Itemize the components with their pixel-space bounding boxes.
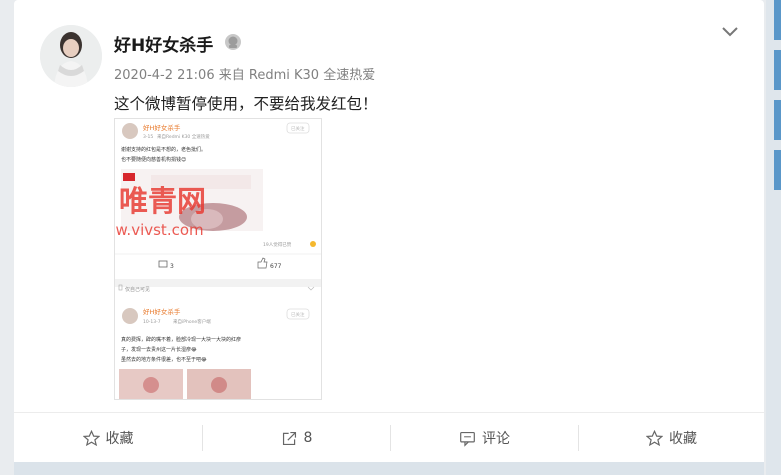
inner-likes: 677 [270,263,282,270]
inner-date: 3-15 [143,134,153,140]
action-bar: 收藏 8 评论 收藏 [14,412,764,462]
star-icon [646,429,663,446]
post-text: 这个微博暂停使用，不要给我发红包！ [114,95,378,113]
like-button[interactable]: 收藏 [579,413,764,463]
inner-username-2: 好H好女杀手 [143,307,181,316]
source-prefix: 来自 [218,68,245,83]
source-device[interactable]: Redmi K30 [249,68,319,83]
member-badge-icon [225,34,241,50]
inner-body2-1: 真的费挥，辟的嘴不着，脸部冷现一大块一大块的红疹 [121,336,241,343]
inner-follow-2: 已关注 [291,311,305,318]
username[interactable]: 好H好女杀手 [114,31,213,56]
inner-body-2: 也不要随便向慈善机构捐钱😊 [121,156,186,163]
share-icon [282,431,296,445]
inner-device: 来自Redmi K30 全速热爱 [157,133,210,140]
inner-username: 好H好女杀手 [143,123,181,132]
inner-date-2: 10-13-7 [143,319,161,325]
source-suffix: 全速热爱 [323,68,376,83]
strip-block [774,50,781,90]
star-icon [82,429,100,446]
repost-count: 8 [303,430,313,446]
comment-icon [460,431,475,447]
repost-button[interactable]: 8 [203,413,390,463]
comment-label: 评论 [482,431,510,447]
next-card-edge [14,462,764,475]
favorite-label: 收藏 [105,431,134,447]
post-image[interactable]: 好H好女杀手 3-15 来自Redmi K30 全速热爱 已关注 谢谢支持的红包… [114,118,322,400]
inner-device-2: 来自iPhone客户端 [173,318,211,325]
inner-body2-3: 虽然去的地方条件很差，也不至于吧😂 [121,356,207,363]
chevron-down-icon[interactable] [720,24,740,40]
post-meta: 2020-4-2 21:06 来自 Redmi K30 全速热爱 [114,64,375,83]
comment-button[interactable]: 评论 [391,413,578,463]
inner-body-1: 谢谢支持的红包是不想的，老色批们。 [121,146,206,153]
strip-block [774,0,781,40]
inner-follow: 已关注 [291,125,305,132]
post-date[interactable]: 2020-4-2 21:06 [114,68,215,83]
avatar[interactable] [40,25,102,87]
inner-body2-2: 子，发现一去贵州这一片长湿疹😂 [121,346,197,353]
favorite-button[interactable]: 收藏 [14,413,202,463]
inner-avatar-icon [122,123,138,139]
right-edge-strip [766,0,781,475]
inner-likes-note: 19人觉得已赞 [263,241,292,248]
watermark-text: 唯青网 [119,184,206,218]
like-label: 收藏 [669,431,697,447]
inner-comments: 3 [170,263,174,270]
smile-icon [310,241,316,247]
strip-block [774,150,781,190]
watermark-url: www.vivst.com [115,221,204,239]
strip-block [774,100,781,140]
inner-visibility: 仅自己可见 [125,286,150,293]
